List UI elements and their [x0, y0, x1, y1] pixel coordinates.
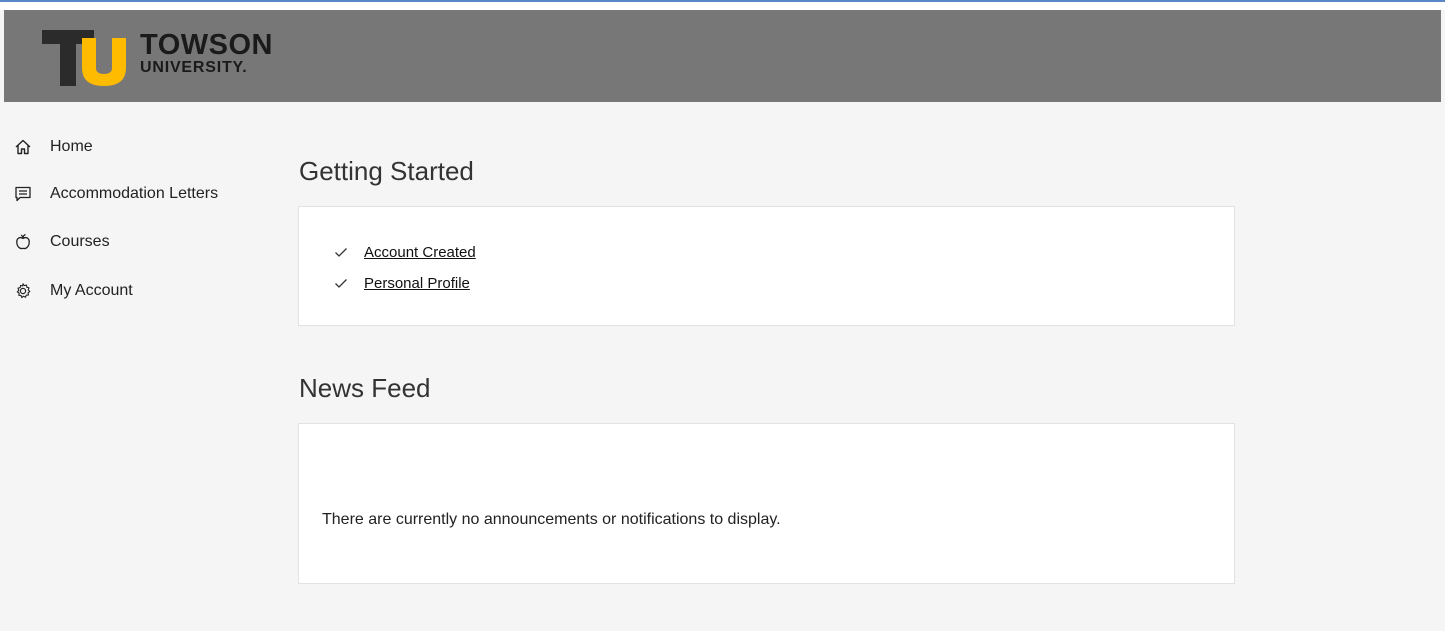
- getting-started-title: Getting Started: [299, 156, 474, 186]
- news-feed-card: There are currently no announcements or …: [298, 423, 1235, 584]
- site-header: TOWSON UNIVERSITY.: [4, 10, 1441, 102]
- getting-started-card: Account Created Personal Profile: [298, 206, 1235, 326]
- news-feed-title: News Feed: [299, 373, 431, 403]
- gear-icon: [12, 280, 34, 302]
- sidebar-item-my-account[interactable]: My Account: [12, 276, 133, 306]
- logo-line2: UNIVERSITY.: [140, 59, 248, 76]
- towson-logo[interactable]: TOWSON UNIVERSITY.: [42, 30, 282, 86]
- tu-monogram-icon: [42, 30, 126, 86]
- logo-line1: TOWSON: [140, 29, 273, 61]
- top-rule: [0, 0, 1445, 10]
- checklist-item: Personal Profile: [334, 271, 470, 295]
- sidebar-item-label: My Account: [50, 282, 133, 299]
- account-created-link[interactable]: Account Created: [364, 244, 476, 261]
- sidebar-item-courses[interactable]: Courses: [12, 227, 110, 257]
- message-icon: [12, 183, 34, 205]
- sidebar-item-accommodation-letters[interactable]: Accommodation Letters: [12, 179, 218, 209]
- sidebar-item-label: Accommodation Letters: [50, 185, 219, 202]
- news-feed-empty-message: There are currently no announcements or …: [322, 511, 781, 528]
- sidebar-item-label: Courses: [50, 233, 110, 250]
- home-icon: [12, 136, 34, 158]
- checklist-item: Account Created: [334, 240, 476, 264]
- apple-icon: [12, 231, 34, 253]
- sidebar-item-home[interactable]: Home: [12, 132, 93, 162]
- personal-profile-link[interactable]: Personal Profile: [364, 275, 470, 292]
- checkmark-icon: [335, 248, 347, 257]
- sidebar-item-label: Home: [50, 138, 93, 155]
- checkmark-icon: [335, 279, 347, 288]
- logo-wordmark: TOWSON UNIVERSITY.: [140, 30, 273, 76]
